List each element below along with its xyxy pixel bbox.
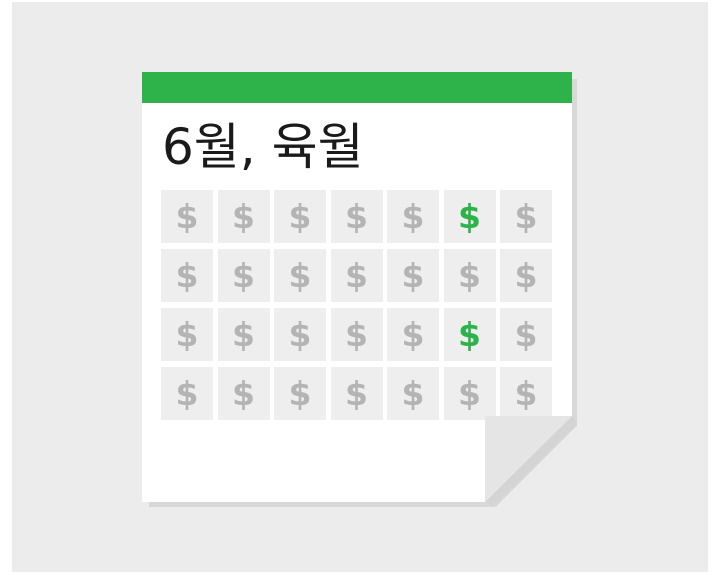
dollar-sign-icon: $ bbox=[514, 374, 538, 413]
dollar-sign-icon: $ bbox=[401, 374, 425, 413]
calendar-cell: $ bbox=[330, 249, 383, 302]
calendar-cell: $ bbox=[500, 308, 552, 361]
calendar-cell: $ bbox=[217, 190, 270, 243]
calendar-cell: $ bbox=[274, 190, 326, 243]
calendar-cell: $ bbox=[443, 367, 496, 420]
calendar-cell: $ bbox=[500, 249, 552, 302]
calendar-cell: $ bbox=[387, 367, 439, 420]
dollar-sign-icon: $ bbox=[345, 197, 368, 236]
calendar-cell: $ bbox=[443, 249, 496, 302]
dollar-sign-icon: $ bbox=[232, 315, 255, 354]
dollar-sign-icon: $ bbox=[232, 374, 255, 413]
calendar-cell: $ bbox=[330, 367, 383, 420]
dollar-sign-icon: $ bbox=[232, 256, 255, 295]
calendar-cell: $ bbox=[161, 367, 213, 420]
calendar-cell: $ bbox=[500, 367, 552, 420]
calendar-title: 6월, 육월 bbox=[162, 118, 364, 176]
calendar-cell: $ bbox=[217, 249, 270, 302]
dollar-sign-icon: $ bbox=[458, 315, 481, 354]
calendar-header-bar bbox=[142, 72, 572, 103]
page-curl-icon bbox=[485, 416, 577, 506]
calendar-cell: $ bbox=[161, 190, 213, 243]
calendar-cell-highlighted: $ bbox=[443, 308, 496, 361]
calendar-cell: $ bbox=[217, 308, 270, 361]
dollar-sign-icon: $ bbox=[401, 315, 425, 354]
calendar-grid: $ $ $ $ $ $ $ $ $ $ $ $ $ $ $ $ $ $ $ $ $ $ $ $ $ $ $ $ bbox=[161, 190, 552, 420]
dollar-sign-icon: $ bbox=[345, 374, 368, 413]
calendar-cell: $ bbox=[274, 249, 326, 302]
calendar-cell: $ bbox=[274, 367, 326, 420]
dollar-sign-icon: $ bbox=[345, 315, 368, 354]
dollar-sign-icon: $ bbox=[345, 256, 368, 295]
dollar-sign-icon: $ bbox=[458, 374, 481, 413]
dollar-sign-icon: $ bbox=[288, 197, 312, 236]
dollar-sign-icon: $ bbox=[401, 256, 425, 295]
dollar-sign-icon: $ bbox=[175, 197, 199, 236]
dollar-sign-icon: $ bbox=[288, 256, 312, 295]
calendar-cell: $ bbox=[274, 308, 326, 361]
dollar-sign-icon: $ bbox=[401, 197, 425, 236]
dollar-sign-icon: $ bbox=[514, 197, 538, 236]
calendar-cell: $ bbox=[330, 190, 383, 243]
dollar-sign-icon: $ bbox=[514, 315, 538, 354]
calendar-cell: $ bbox=[161, 308, 213, 361]
dollar-sign-icon: $ bbox=[458, 197, 481, 236]
calendar-cell: $ bbox=[330, 308, 383, 361]
calendar-cell: $ bbox=[217, 367, 270, 420]
dollar-sign-icon: $ bbox=[232, 197, 255, 236]
dollar-sign-icon: $ bbox=[288, 315, 312, 354]
dollar-sign-icon: $ bbox=[175, 256, 199, 295]
dollar-sign-icon: $ bbox=[288, 374, 312, 413]
calendar-cell: $ bbox=[161, 249, 213, 302]
dollar-sign-icon: $ bbox=[175, 374, 199, 413]
calendar-cell: $ bbox=[500, 190, 552, 243]
calendar-cell-highlighted: $ bbox=[443, 190, 496, 243]
dollar-sign-icon: $ bbox=[514, 256, 538, 295]
calendar-cell: $ bbox=[387, 249, 439, 302]
calendar-cell: $ bbox=[387, 190, 439, 243]
dollar-sign-icon: $ bbox=[458, 256, 481, 295]
calendar-cell: $ bbox=[387, 308, 439, 361]
dollar-sign-icon: $ bbox=[175, 315, 199, 354]
